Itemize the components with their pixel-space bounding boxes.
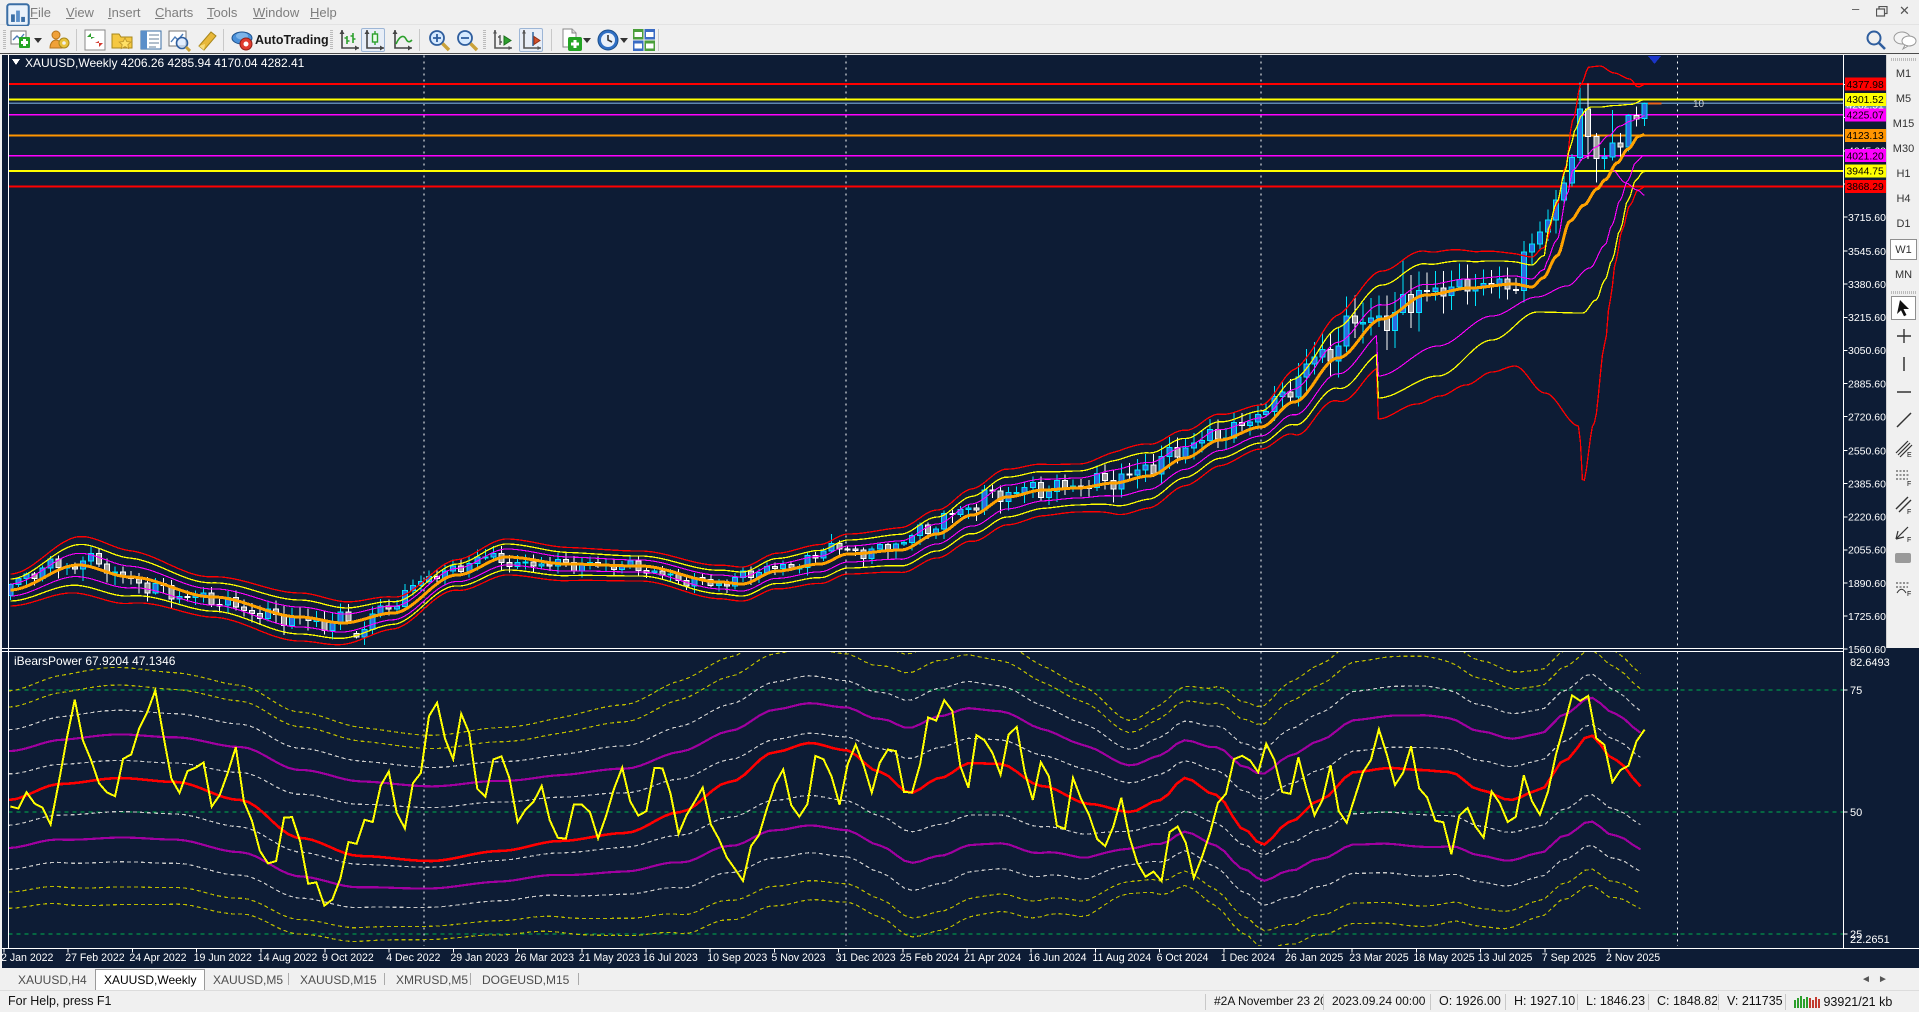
svg-text:16 Jul 2023: 16 Jul 2023 <box>643 952 698 964</box>
svg-text:2385.60: 2385.60 <box>1848 479 1886 491</box>
svg-text:F: F <box>1907 509 1911 515</box>
svg-text:1560.60: 1560.60 <box>1848 644 1886 656</box>
svg-text:1725.60: 1725.60 <box>1848 611 1886 623</box>
svg-text:2 Nov 2025: 2 Nov 2025 <box>1606 952 1660 964</box>
svg-text:14 Aug 2022: 14 Aug 2022 <box>258 952 318 964</box>
svg-text:4225.07: 4225.07 <box>1847 110 1884 121</box>
svg-text:3944.75: 3944.75 <box>1847 167 1884 178</box>
svg-text:3215.60: 3215.60 <box>1848 312 1886 324</box>
svg-text:2550.60: 2550.60 <box>1848 446 1886 458</box>
svg-text:4 Dec 2022: 4 Dec 2022 <box>386 952 440 964</box>
svg-text:3380.60: 3380.60 <box>1848 279 1886 291</box>
svg-text:2055.60: 2055.60 <box>1848 545 1886 557</box>
svg-text:16 Jun 2024: 16 Jun 2024 <box>1028 952 1086 964</box>
svg-text:21 May 2023: 21 May 2023 <box>579 952 640 964</box>
svg-text:F: F <box>1907 537 1911 543</box>
svg-text:82.6493: 82.6493 <box>1850 657 1890 669</box>
svg-text:9 Oct 2022: 9 Oct 2022 <box>322 952 374 964</box>
svg-text:11 Aug 2024: 11 Aug 2024 <box>1092 952 1151 964</box>
svg-text:29 Jan 2023: 29 Jan 2023 <box>450 952 508 964</box>
svg-text:21 Apr 2024: 21 Apr 2024 <box>964 952 1021 964</box>
svg-text:E: E <box>1907 452 1912 459</box>
svg-text:2 Jan 2022: 2 Jan 2022 <box>1 952 54 964</box>
svg-text:XAUUSD,Weekly 4206.26 4285.94: XAUUSD,Weekly 4206.26 4285.94 4170.04 42… <box>25 56 305 70</box>
svg-text:2220.60: 2220.60 <box>1848 512 1886 524</box>
svg-text:26 Jan 2025: 26 Jan 2025 <box>1285 952 1343 964</box>
svg-text:iBearsPower 67.9204 47.1346: iBearsPower 67.9204 47.1346 <box>14 654 176 668</box>
svg-text:19 Jun 2022: 19 Jun 2022 <box>194 952 252 964</box>
svg-text:23 Mar 2025: 23 Mar 2025 <box>1349 952 1409 964</box>
svg-text:3050.60: 3050.60 <box>1848 345 1886 357</box>
svg-text:6 Oct 2024: 6 Oct 2024 <box>1157 952 1209 964</box>
svg-text:31 Dec 2023: 31 Dec 2023 <box>836 952 896 964</box>
svg-text:24 Apr 2022: 24 Apr 2022 <box>129 952 186 964</box>
svg-text:7 Sep 2025: 7 Sep 2025 <box>1542 952 1596 964</box>
svg-text:3715.60: 3715.60 <box>1848 212 1886 224</box>
svg-text:50: 50 <box>1850 807 1862 819</box>
svg-text:10: 10 <box>1693 99 1705 110</box>
svg-text:F: F <box>1907 591 1911 597</box>
svg-text:26 Mar 2023: 26 Mar 2023 <box>515 952 575 964</box>
svg-text:3868.29: 3868.29 <box>1847 182 1884 193</box>
svg-text:2885.60: 2885.60 <box>1848 378 1886 390</box>
svg-text:18 May 2025: 18 May 2025 <box>1413 952 1474 964</box>
svg-text:4123.13: 4123.13 <box>1847 131 1884 142</box>
svg-text:25 Feb 2024: 25 Feb 2024 <box>900 952 960 964</box>
svg-text:1890.60: 1890.60 <box>1848 578 1886 590</box>
svg-text:4021.20: 4021.20 <box>1847 151 1884 162</box>
svg-text:2720.60: 2720.60 <box>1848 411 1886 423</box>
svg-text:75: 75 <box>1850 685 1862 697</box>
svg-text:27 Feb 2022: 27 Feb 2022 <box>65 952 125 964</box>
svg-text:22.2651: 22.2651 <box>1850 934 1890 946</box>
svg-text:13 Jul 2025: 13 Jul 2025 <box>1478 952 1533 964</box>
svg-text:4377.98: 4377.98 <box>1847 80 1884 91</box>
svg-text:1 Dec 2024: 1 Dec 2024 <box>1221 952 1275 964</box>
svg-text:4301.52: 4301.52 <box>1847 95 1884 106</box>
svg-text:F: F <box>1907 481 1911 487</box>
svg-text:5 Nov 2023: 5 Nov 2023 <box>771 952 825 964</box>
svg-text:10 Sep 2023: 10 Sep 2023 <box>707 952 767 964</box>
svg-text:3545.60: 3545.60 <box>1848 246 1886 258</box>
